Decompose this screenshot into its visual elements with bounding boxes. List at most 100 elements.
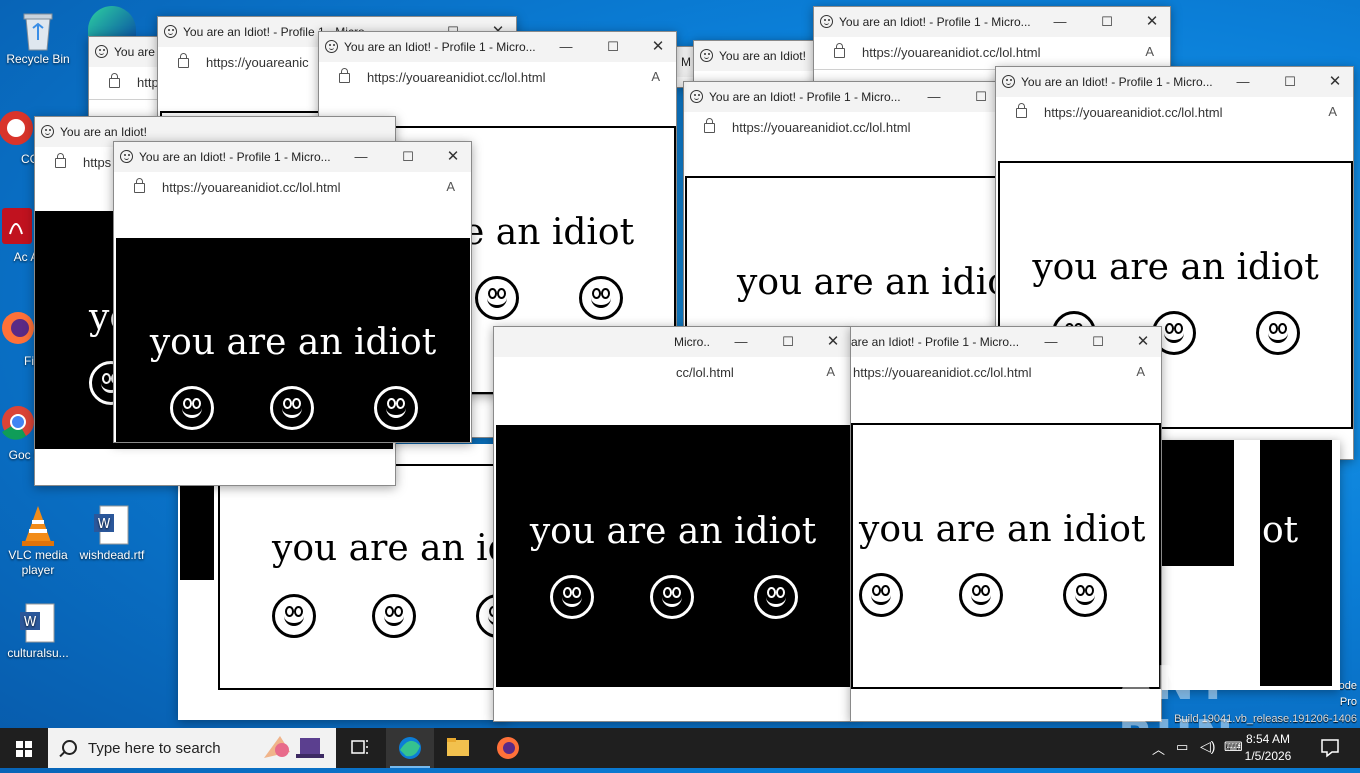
anyrun-watermark: ANY RUN — [1118, 656, 1233, 728]
maximize-icon[interactable]: ☐ — [973, 89, 989, 105]
edge-desktop-icon[interactable] — [88, 6, 136, 36]
read-aloud-icon[interactable]: A — [651, 69, 660, 84]
smiley-face-icon — [372, 594, 416, 638]
folder-icon — [447, 738, 469, 756]
word-document-icon: W — [18, 602, 58, 643]
window-controls: — ☐ — [904, 82, 1004, 112]
address-bar[interactable]: https://youareanidiot.cc/lol.html — [732, 120, 910, 135]
acrobat-icon — [0, 206, 36, 246]
window-title: You are an Idiot! - Profile 1 - Micro... — [344, 40, 536, 54]
chevron-up-icon[interactable]: ︿ — [1152, 739, 1165, 758]
read-aloud-icon[interactable]: A — [1145, 44, 1154, 59]
svg-text:W: W — [98, 517, 111, 532]
taskbar: Type here to search ︿ ▭ ◁) ⌨ 8:54 AM 1/5… — [0, 728, 1360, 768]
idiot-popup-window[interactable]: are an Idiot! - Profile 1 - Micro... — ☐ ✕… — [850, 326, 1162, 722]
close-icon[interactable]: ✕ — [445, 149, 461, 165]
smiley-face-icon — [1256, 311, 1300, 355]
window-controls: — ☐ ✕ — [1213, 67, 1353, 97]
window-title: You are an Idiot! — [719, 49, 806, 63]
maximize-icon[interactable]: ☐ — [400, 149, 416, 165]
volume-icon[interactable]: ◁) — [1200, 738, 1215, 755]
close-icon[interactable]: ✕ — [1144, 14, 1160, 30]
lock-icon — [55, 153, 66, 168]
idiot-message: you are an idiot — [737, 262, 1005, 303]
idiot-popup-window[interactable]: Micro... — ☐ ✕ cc/lol.html A you are an idi… — [493, 326, 852, 722]
smiley-face-icon — [272, 594, 316, 638]
window-title: You are an Idiot! - Profile 1 - Micro... — [1021, 75, 1213, 89]
taskbar-edge[interactable] — [386, 728, 434, 768]
desktop-icon-label: wishdead.rtf — [79, 548, 145, 562]
vlc-shortcut[interactable]: VLC media player — [0, 504, 76, 578]
smiley-face-icon — [579, 276, 623, 320]
recycle-bin-shortcut[interactable]: Recycle Bin — [0, 8, 76, 67]
notification-center-button[interactable] — [1310, 728, 1350, 768]
smiley-icon — [700, 49, 713, 62]
taskbar-firefox[interactable] — [484, 728, 532, 768]
minimize-icon[interactable]: — — [733, 334, 749, 350]
smiley-icon — [325, 40, 338, 53]
address-bar[interactable]: cc/lol.html — [676, 365, 734, 380]
minimize-icon[interactable]: — — [558, 39, 574, 55]
address-bar[interactable]: https://youareanidiot.cc/lol.html — [367, 70, 545, 85]
taskbar-file-explorer[interactable] — [434, 728, 482, 768]
smiley-face-icon — [374, 386, 418, 430]
maximize-icon[interactable]: ☐ — [1090, 334, 1106, 350]
clock-time: 8:54 AM — [1245, 732, 1291, 746]
cultural-file[interactable]: W culturalsu... — [0, 602, 76, 661]
window-controls: — ☐ ✕ — [331, 142, 471, 172]
close-icon[interactable]: ✕ — [650, 39, 666, 55]
minimize-icon[interactable]: — — [1052, 14, 1068, 30]
smiley-icon — [820, 15, 833, 28]
close-icon[interactable]: ✕ — [825, 334, 841, 350]
address-bar[interactable]: https://youareanidiot.cc/lol.html — [853, 365, 1031, 380]
minimize-icon[interactable]: — — [353, 149, 369, 165]
task-view-button[interactable] — [336, 728, 384, 768]
start-button[interactable] — [0, 728, 48, 768]
maximize-icon[interactable]: ☐ — [1282, 74, 1298, 90]
firefox-icon — [0, 310, 36, 350]
idiot-message: e an idiot — [463, 212, 635, 253]
idiot-message: you are an idiot — [529, 511, 817, 552]
window-controls: — ☐ ✕ — [1030, 7, 1170, 37]
search-placeholder: Type here to search — [88, 740, 221, 757]
idiot-popup-window[interactable]: You are an Idiot! - Profile 1 - Micro...… — [683, 81, 1005, 333]
taskbar-clock[interactable]: 8:54 AM 1/5/2026 — [1236, 731, 1300, 765]
window-controls: — ☐ ✕ — [1031, 327, 1161, 357]
task-view-icon — [351, 740, 368, 754]
lock-icon — [1016, 103, 1027, 118]
address-bar[interactable]: https — [83, 155, 111, 170]
smiley-icon — [690, 90, 703, 103]
desktop-icon-label: Recycle Bin — [6, 52, 70, 66]
close-icon[interactable]: ✕ — [1327, 74, 1343, 90]
desktop: Recycle Bin CCl Ac Acr Fir Goc Chr VLC m… — [0, 0, 1360, 728]
network-icon[interactable]: ▭ — [1176, 739, 1188, 755]
read-aloud-icon[interactable]: A — [826, 364, 835, 379]
read-aloud-icon[interactable]: A — [446, 179, 455, 194]
idiot-message: you are an idiot — [859, 509, 1146, 550]
close-icon[interactable]: ✕ — [1135, 334, 1151, 350]
minimize-icon[interactable]: — — [926, 89, 942, 105]
idiot-popup-window[interactable]: You are an Idiot! - Profile 1 - Micro...… — [113, 141, 472, 443]
smiley-face-icon — [754, 575, 798, 619]
smiley-face-icon — [859, 573, 903, 617]
wishdead-file[interactable]: W wishdead.rtf — [74, 504, 150, 563]
maximize-icon[interactable]: ☐ — [780, 334, 796, 350]
taskbar-search-box[interactable]: Type here to search — [48, 728, 336, 768]
maximize-icon[interactable]: ☐ — [605, 39, 621, 55]
read-aloud-icon[interactable]: A — [1328, 104, 1337, 119]
smiley-face-icon — [270, 386, 314, 430]
address-bar[interactable]: https://youareanic — [206, 55, 309, 70]
lock-icon — [339, 68, 350, 83]
desktop-icon-label: culturalsu... — [7, 646, 69, 660]
address-bar[interactable]: https://youareanidiot.cc/lol.html — [862, 45, 1040, 60]
maximize-icon[interactable]: ☐ — [1099, 14, 1115, 30]
window-title: are an Idiot! - Profile 1 - Micro... — [851, 335, 1020, 349]
address-bar[interactable]: https://youareanidiot.cc/lol.html — [162, 180, 340, 195]
minimize-icon[interactable]: — — [1235, 74, 1251, 90]
address-bar[interactable]: https://youareanidiot.cc/lol.html — [1044, 105, 1222, 120]
read-aloud-icon[interactable]: A — [1136, 364, 1145, 379]
minimize-icon[interactable]: — — [1043, 334, 1059, 350]
search-highlight-icon — [260, 732, 330, 764]
address-bar[interactable]: http — [137, 75, 159, 90]
idiot-popup-window[interactable]: ot — [1160, 440, 1340, 690]
